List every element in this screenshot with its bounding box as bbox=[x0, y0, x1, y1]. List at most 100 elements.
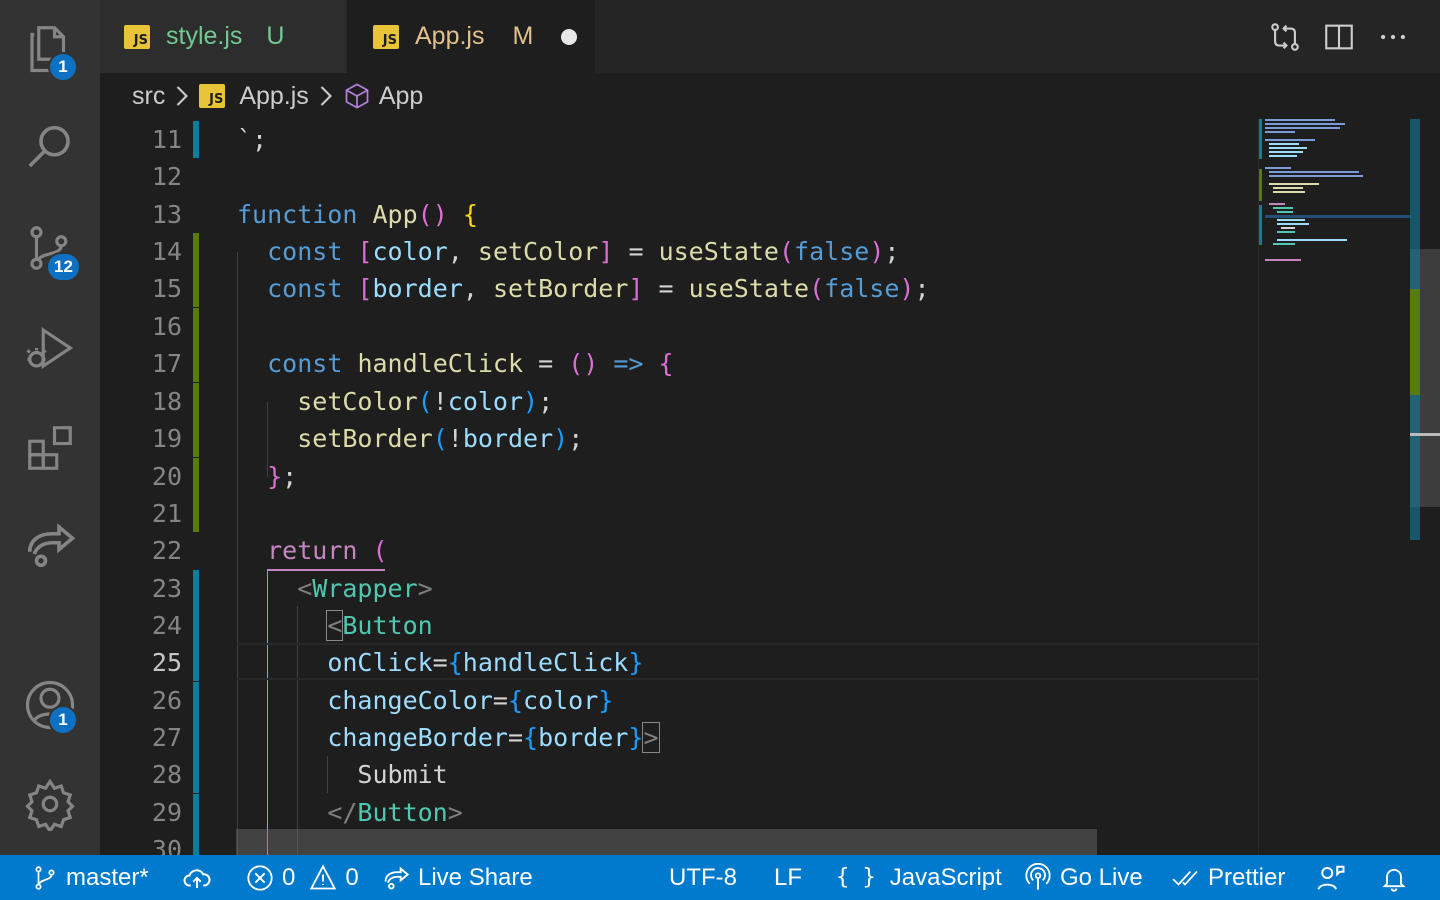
prettier-status[interactable]: Prettier bbox=[1170, 855, 1285, 900]
code-line: 12 bbox=[100, 158, 1258, 195]
warning-count: 0 bbox=[345, 863, 359, 891]
breadcrumb: src JS App.js App bbox=[100, 73, 1440, 119]
breadcrumb-symbol[interactable]: App bbox=[379, 82, 423, 111]
live-share-label: Live Share bbox=[418, 863, 533, 891]
feedback-button[interactable] bbox=[1316, 855, 1354, 900]
notifications-button[interactable] bbox=[1380, 855, 1416, 900]
minimap-line bbox=[1269, 155, 1297, 157]
line-number: 25 bbox=[151, 648, 182, 677]
tab-bar: JS style.js U JS App.js M bbox=[100, 0, 1440, 73]
gutter-added bbox=[193, 345, 199, 383]
tab-git-status: M bbox=[512, 22, 534, 50]
line-number: 19 bbox=[151, 424, 182, 453]
encoding-status[interactable]: UTF-8 bbox=[669, 855, 737, 900]
more-actions-icon[interactable] bbox=[1366, 10, 1420, 64]
explorer-badge: 1 bbox=[48, 52, 78, 82]
tab-style-js[interactable]: JS style.js U bbox=[100, 0, 346, 73]
chevron-right-icon bbox=[317, 84, 335, 108]
minimap-line bbox=[1269, 175, 1363, 177]
minimap-line bbox=[1269, 147, 1307, 149]
error-icon bbox=[247, 864, 273, 891]
gutter-modified bbox=[193, 682, 199, 720]
go-live-label: Go Live bbox=[1060, 863, 1143, 891]
cloud-upload-icon bbox=[183, 868, 211, 888]
line-number: 16 bbox=[151, 312, 182, 341]
minimap-line bbox=[1269, 171, 1359, 173]
accounts-icon[interactable]: 1 bbox=[0, 665, 100, 745]
extensions-icon[interactable] bbox=[0, 408, 100, 488]
line-number: 30 bbox=[151, 835, 182, 855]
run-debug-icon[interactable] bbox=[0, 308, 100, 388]
minimap-line bbox=[1265, 139, 1315, 141]
source-control-badge: 12 bbox=[46, 252, 81, 282]
search-icon[interactable] bbox=[0, 108, 100, 188]
line-number: 20 bbox=[151, 462, 182, 491]
line-number: 26 bbox=[151, 686, 182, 715]
horizontal-scrollbar[interactable] bbox=[236, 829, 1097, 855]
overview-ruler-cursor bbox=[1410, 433, 1440, 436]
line-number: 13 bbox=[151, 200, 182, 229]
minimap-line bbox=[1281, 227, 1295, 229]
chevron-right-icon bbox=[173, 84, 191, 108]
line-number: 28 bbox=[151, 760, 182, 789]
minimap-line bbox=[1277, 231, 1295, 233]
accounts-badge: 1 bbox=[48, 705, 78, 735]
minimap-line bbox=[1273, 207, 1293, 209]
code-line: 15 const [border, setBorder] = useState(… bbox=[100, 270, 1258, 308]
git-branch-icon bbox=[35, 865, 55, 890]
code-line: 25 onClick={handleClick} bbox=[100, 644, 1258, 682]
minimap-gutter-modified bbox=[1259, 205, 1262, 245]
broadcast-icon bbox=[1025, 862, 1051, 890]
source-control-icon[interactable]: 12 bbox=[0, 208, 100, 288]
minimap-line bbox=[1265, 167, 1291, 169]
curly-braces-icon: { } bbox=[836, 865, 876, 890]
gutter-added bbox=[193, 233, 199, 271]
language-status[interactable]: { } JavaScript bbox=[836, 855, 1002, 900]
unsaved-dot-icon[interactable] bbox=[561, 28, 578, 45]
gutter-added bbox=[193, 270, 199, 308]
activity-bar: 1 12 1 bbox=[0, 0, 100, 855]
code-line: 19 setBorder(!border); bbox=[100, 420, 1258, 458]
settings-gear-icon[interactable] bbox=[0, 764, 100, 844]
status-bar: master* 0 0 Live Share UTF-8 LF { } Java… bbox=[0, 855, 1440, 900]
explorer-icon[interactable]: 1 bbox=[0, 8, 100, 88]
problems-status[interactable]: 0 0 bbox=[246, 855, 359, 900]
line-number: 14 bbox=[151, 237, 182, 266]
editor-actions bbox=[1258, 0, 1440, 73]
gutter-added bbox=[193, 495, 199, 533]
minimap-line bbox=[1265, 131, 1295, 133]
gutter-modified bbox=[193, 719, 199, 757]
split-editor-icon[interactable] bbox=[1312, 10, 1366, 64]
prettier-label: Prettier bbox=[1208, 863, 1286, 891]
tab-app-js[interactable]: JS App.js M bbox=[347, 0, 595, 73]
code-line: 21 bbox=[100, 495, 1258, 533]
overview-ruler-added bbox=[1410, 289, 1420, 395]
code-line: 26 changeColor={color} bbox=[100, 682, 1258, 720]
code-line: 13 function App() { bbox=[100, 196, 1258, 233]
error-count: 0 bbox=[282, 863, 296, 891]
code-line: 22 return ( bbox=[100, 532, 1258, 569]
minimap-line bbox=[1265, 259, 1301, 261]
live-share-icon bbox=[384, 866, 410, 889]
minimap-line bbox=[1265, 127, 1340, 129]
open-changes-icon[interactable] bbox=[1258, 10, 1312, 64]
go-live-status[interactable]: Go Live bbox=[1024, 855, 1143, 900]
line-number: 27 bbox=[151, 723, 182, 752]
minimap-line bbox=[1265, 119, 1335, 121]
breadcrumb-folder[interactable]: src bbox=[132, 82, 165, 111]
breadcrumb-file[interactable]: App.js bbox=[239, 82, 308, 111]
code-line: 24 <Button bbox=[100, 607, 1258, 645]
branch-status[interactable]: master* bbox=[32, 855, 149, 900]
sync-button[interactable] bbox=[182, 855, 220, 900]
live-share-icon[interactable] bbox=[0, 505, 100, 585]
minimap-current-line bbox=[1265, 215, 1411, 218]
line-number: 17 bbox=[151, 349, 182, 378]
gutter-modified bbox=[193, 607, 199, 645]
code-editor[interactable]: 11 `; 12 13 function App() { 14 const [col… bbox=[100, 119, 1258, 855]
js-file-icon: JS bbox=[124, 24, 150, 49]
line-number: 11 bbox=[151, 125, 182, 154]
minimap-line bbox=[1269, 203, 1285, 205]
branch-name: master* bbox=[66, 863, 149, 891]
eol-status[interactable]: LF bbox=[774, 855, 802, 900]
live-share-status[interactable]: Live Share bbox=[382, 855, 533, 900]
